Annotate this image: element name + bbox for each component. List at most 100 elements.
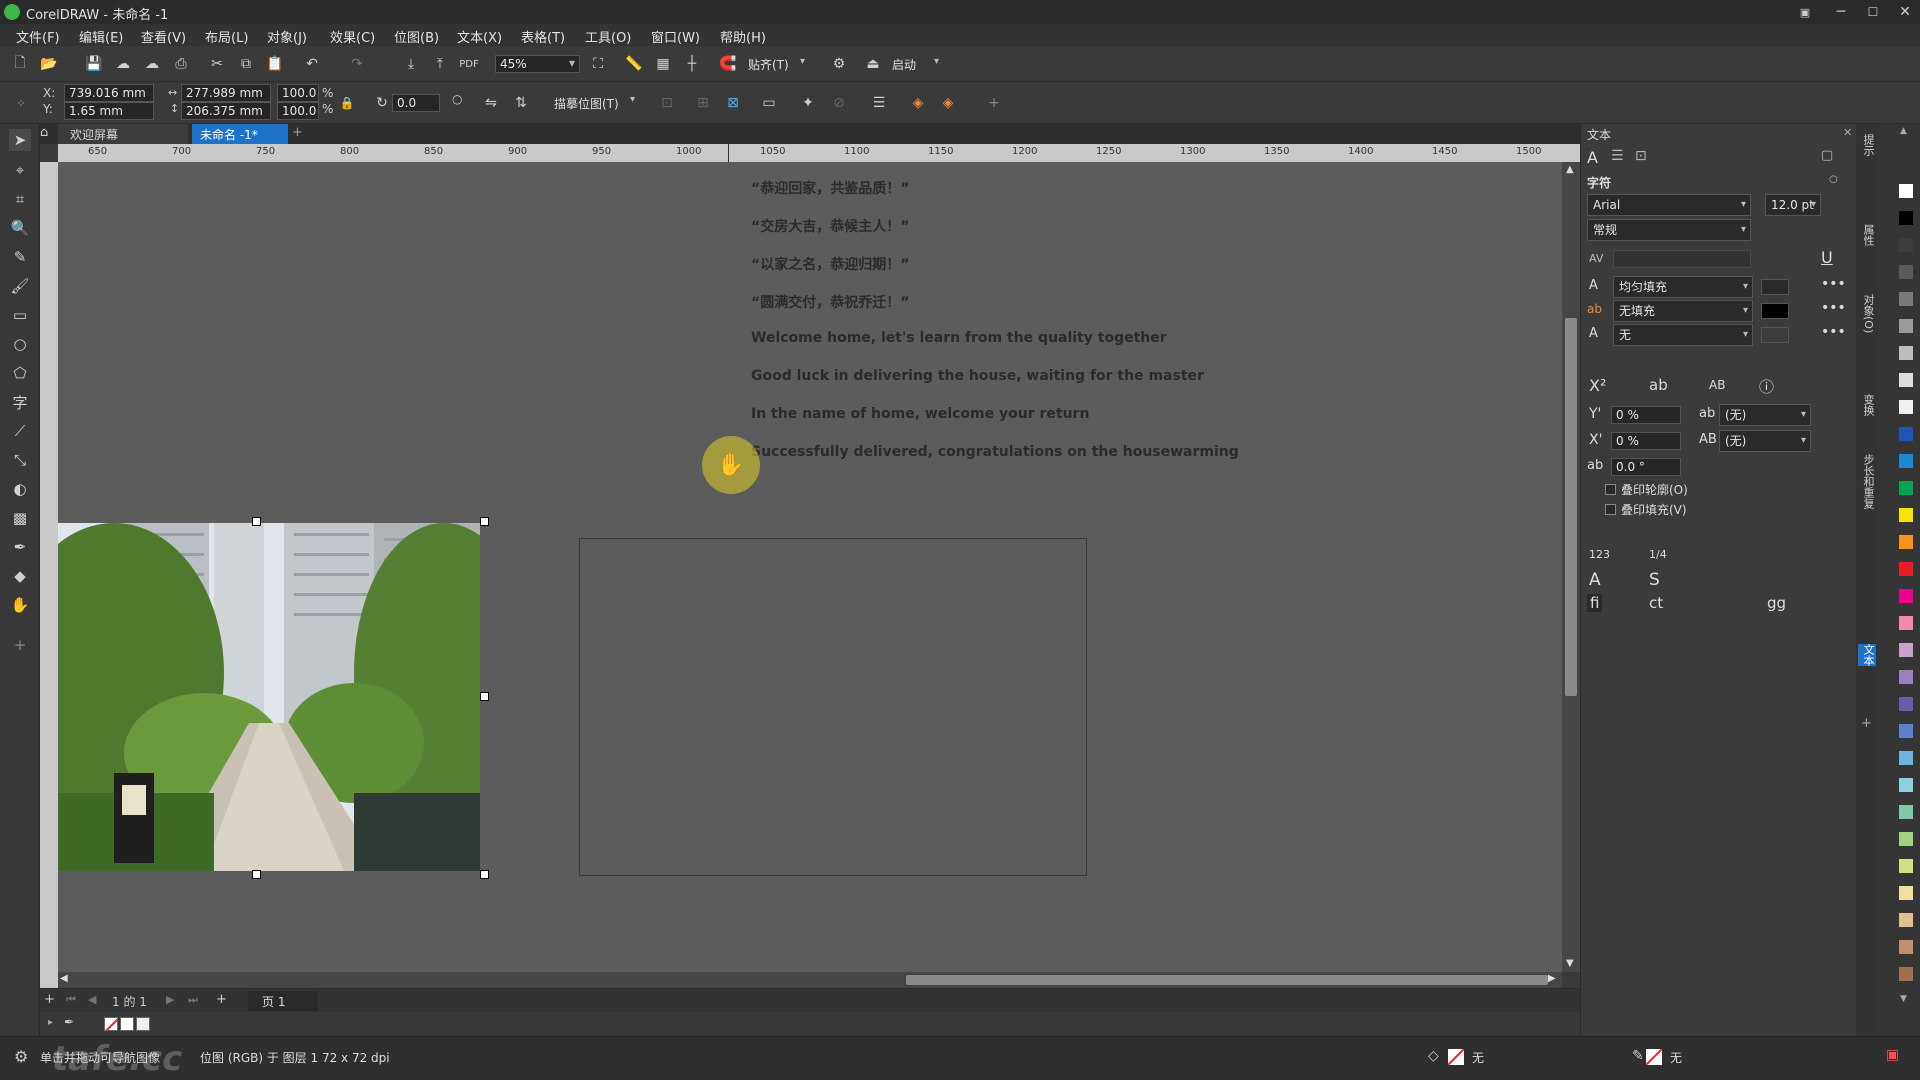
last-page-icon[interactable]: ⏭ bbox=[188, 993, 198, 1007]
case-select[interactable]: (无) bbox=[1719, 430, 1811, 452]
color-swatch[interactable] bbox=[1899, 508, 1913, 522]
info-icon[interactable]: ⓘ bbox=[1759, 376, 1774, 397]
bitmap-image[interactable] bbox=[58, 523, 480, 871]
scroll-thumb[interactable] bbox=[906, 975, 1548, 985]
artistic-media-icon[interactable]: 🖌 bbox=[9, 275, 31, 297]
y-offset-field[interactable]: 0 % bbox=[1611, 406, 1681, 424]
superscript-icon[interactable]: X² bbox=[1589, 376, 1606, 395]
canvas-text-line[interactable]: Good luck in delivering the house, waiti… bbox=[751, 368, 1204, 384]
canvas-text-line[interactable]: “恭迎回家，共鉴品质！” bbox=[751, 178, 909, 198]
ligature-ct-icon[interactable]: ct bbox=[1649, 594, 1663, 612]
font-size-select[interactable]: 12.0 pt bbox=[1765, 194, 1821, 216]
color-swatch[interactable] bbox=[1899, 940, 1913, 954]
add-icon[interactable]: + bbox=[983, 92, 1005, 114]
color-swatch[interactable] bbox=[1899, 589, 1913, 603]
bitmap-bounding-icon[interactable]: ⊠ bbox=[722, 92, 744, 114]
color-swatch[interactable] bbox=[1899, 724, 1913, 738]
shadow-tool-icon[interactable]: ◐ bbox=[9, 478, 31, 500]
menu-bitmaps[interactable]: 位图(B) bbox=[394, 27, 439, 46]
more-options-icon[interactable]: ••• bbox=[1821, 300, 1846, 316]
scroll-up-arrow-icon[interactable]: ▲ bbox=[1566, 164, 1574, 175]
new-tab-icon[interactable]: + bbox=[292, 125, 303, 140]
zoom-tool-icon[interactable]: 🔍 bbox=[9, 217, 31, 239]
color-swatch[interactable] bbox=[1899, 562, 1913, 576]
docker-tab-objects[interactable]: 对象(O) bbox=[1858, 294, 1876, 333]
show-guidelines-icon[interactable]: ┼ bbox=[681, 53, 703, 75]
publish-pdf-icon[interactable]: PDF bbox=[458, 53, 480, 75]
x-offset-field[interactable]: 0 % bbox=[1611, 432, 1681, 450]
outline-indicator-icon[interactable]: ✎ bbox=[1632, 1048, 1644, 1064]
scale-y-field[interactable]: 100.0 bbox=[277, 102, 319, 120]
color-swatch[interactable] bbox=[1899, 400, 1913, 414]
pick-tool-icon[interactable]: ➤ bbox=[9, 129, 31, 151]
canvas-text-line[interactable]: “交房大吉，恭候主人！” bbox=[751, 216, 909, 236]
color-swatch[interactable] bbox=[1899, 832, 1913, 846]
selection-handle[interactable] bbox=[252, 517, 261, 526]
canvas-text-line[interactable]: Welcome home, let's learn from the quali… bbox=[751, 330, 1167, 346]
print-icon[interactable]: ⎙ bbox=[170, 53, 192, 75]
polygon-tool-icon[interactable]: ⬠ bbox=[9, 362, 31, 384]
ligature-fi-icon[interactable]: fi bbox=[1587, 594, 1603, 612]
selection-handle[interactable] bbox=[480, 692, 489, 701]
canvas-text-line[interactable]: Successfully delivered, congratulations … bbox=[751, 444, 1239, 460]
disabled-tool-icon[interactable]: ⊘ bbox=[828, 92, 850, 114]
menu-window[interactable]: 窗口(W) bbox=[651, 27, 700, 46]
tab-welcome-screen[interactable]: 欢迎屏幕 bbox=[58, 124, 188, 144]
zoom-level-select[interactable]: 45% ▾ bbox=[495, 55, 580, 73]
show-rulers-icon[interactable]: 📏 bbox=[623, 53, 645, 75]
color-swatch[interactable] bbox=[1899, 886, 1913, 900]
text-outline-select[interactable]: 无 bbox=[1613, 324, 1753, 346]
strikethrough-select[interactable]: (无) bbox=[1719, 404, 1811, 426]
launch-icon[interactable]: ⏏ bbox=[862, 53, 884, 75]
underline-style-icon[interactable]: ab bbox=[1649, 376, 1668, 394]
launch-dropdown[interactable]: 启动 bbox=[892, 56, 916, 73]
text-wrap-icon[interactable]: ☰ bbox=[868, 92, 890, 114]
maximize-button[interactable]: ☐ bbox=[1862, 1, 1884, 23]
resample-icon[interactable]: ⊞ bbox=[692, 92, 714, 114]
menu-text[interactable]: 文本(X) bbox=[457, 27, 502, 46]
horizontal-scrollbar[interactable]: ◀ ▶ bbox=[58, 972, 1562, 988]
first-page-icon[interactable]: ⏮ bbox=[66, 993, 76, 1007]
color-swatch[interactable] bbox=[1899, 238, 1913, 252]
chevron-down-icon[interactable]: ▾ bbox=[630, 94, 635, 105]
menu-help[interactable]: 帮助(H) bbox=[720, 27, 766, 46]
prev-page-icon[interactable]: ◀ bbox=[88, 993, 96, 1006]
close-button[interactable]: ✕ bbox=[1894, 1, 1916, 23]
rotate-icon[interactable]: ↻ bbox=[371, 92, 393, 114]
add-page-icon[interactable]: + bbox=[44, 992, 55, 1007]
paragraph-tab-icon[interactable]: ☰ bbox=[1611, 148, 1624, 164]
glyph-gg-icon[interactable]: gg bbox=[1767, 594, 1786, 612]
import-icon[interactable]: ⤓ bbox=[400, 53, 422, 75]
palette-scroll-up-icon[interactable]: ▲ bbox=[1900, 126, 1907, 136]
selection-handle[interactable] bbox=[480, 870, 489, 879]
selection-handle[interactable] bbox=[252, 870, 261, 879]
white-swatch[interactable] bbox=[136, 1017, 150, 1031]
frame-tab-icon[interactable]: ⊡ bbox=[1635, 148, 1647, 164]
outline-color-swatch[interactable] bbox=[1761, 327, 1789, 343]
color-swatch[interactable] bbox=[1899, 184, 1913, 198]
chevron-down-icon[interactable]: ▾ bbox=[934, 56, 939, 67]
edit-bitmap-icon[interactable]: ▭ bbox=[758, 92, 780, 114]
snap-icon[interactable]: 🧲 bbox=[717, 53, 739, 75]
color-swatch[interactable] bbox=[1899, 913, 1913, 927]
connector-tool-icon[interactable]: ⤡ bbox=[9, 449, 31, 471]
vertical-scrollbar[interactable]: ▲ ▼ bbox=[1562, 162, 1580, 972]
underline-icon[interactable]: U bbox=[1821, 248, 1833, 267]
height-field[interactable]: 206.375 mm bbox=[181, 102, 271, 120]
crop-tool-icon[interactable]: ⌗ bbox=[9, 188, 31, 210]
more-options-icon[interactable]: ••• bbox=[1821, 324, 1846, 340]
color-swatch[interactable] bbox=[1899, 859, 1913, 873]
page-tab[interactable]: 页 1 bbox=[248, 991, 318, 1011]
stylistic-icon[interactable]: A bbox=[1589, 570, 1601, 590]
docker-tab-properties[interactable]: 属性 bbox=[1858, 224, 1876, 246]
docker-tab-step-repeat[interactable]: 步长和重复 bbox=[1858, 454, 1876, 509]
color-swatch[interactable] bbox=[1899, 805, 1913, 819]
settings-gear-icon[interactable]: ⚙ bbox=[14, 1047, 28, 1066]
numerals-icon[interactable]: 123 bbox=[1589, 548, 1610, 561]
width-field[interactable]: 277.989 mm bbox=[181, 84, 271, 102]
more-options-icon[interactable]: ••• bbox=[1821, 276, 1846, 292]
fill-none-swatch[interactable] bbox=[1448, 1049, 1464, 1065]
open-icon[interactable]: 📂 bbox=[38, 53, 60, 75]
docker-close-icon[interactable]: ✕ bbox=[1843, 126, 1852, 139]
text-fill-type-select[interactable]: 均匀填充 bbox=[1613, 276, 1753, 298]
